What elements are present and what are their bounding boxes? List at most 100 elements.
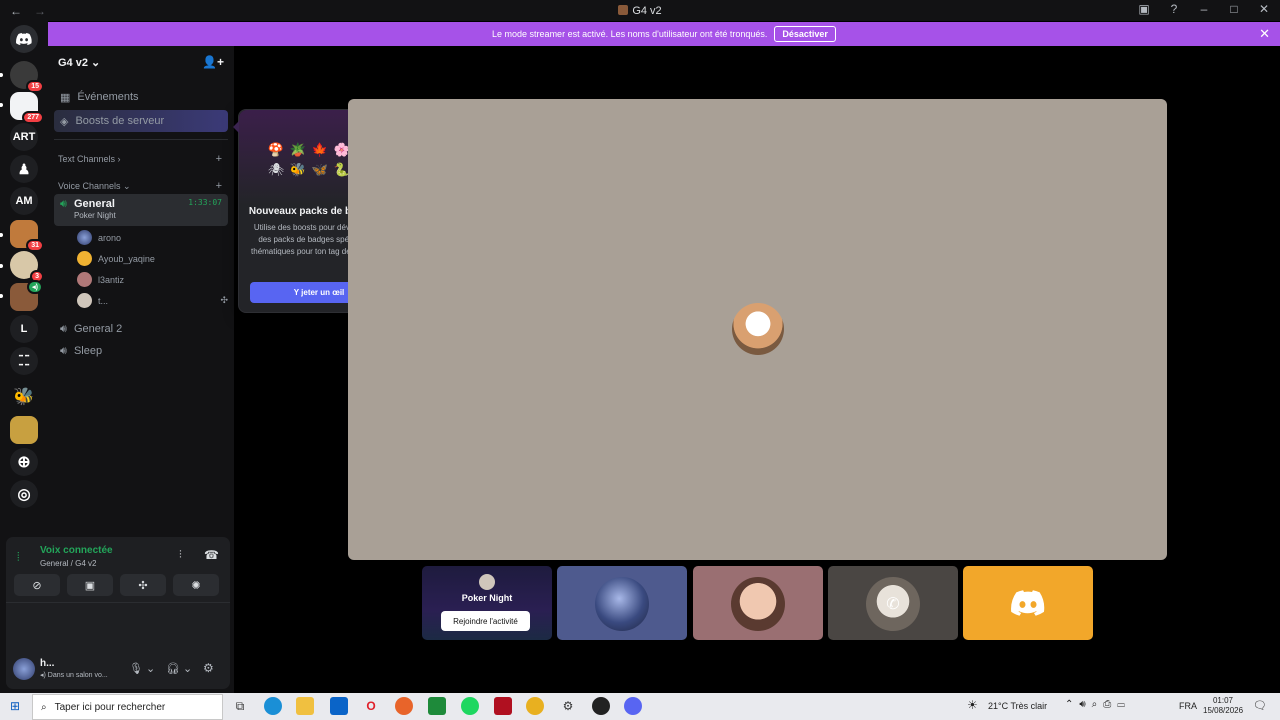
soundboard-button[interactable]: ✺ [173, 574, 219, 596]
close-button[interactable]: ✕ [1256, 2, 1272, 16]
voice-location[interactable]: General / G4 v2 [40, 559, 96, 568]
voice-user[interactable]: l3antiz [77, 272, 124, 287]
minimize-button[interactable]: – [1196, 2, 1212, 16]
server-icon [618, 4, 629, 15]
user-avatar[interactable] [13, 658, 35, 680]
activity-icon: ✣ [220, 295, 228, 305]
chevron-down-icon: ⌄ [91, 56, 101, 69]
microphone-icon[interactable]: 🎙︎ ⌄ [129, 662, 155, 675]
server-header[interactable]: G4 v2 ⌄ 👤+ [48, 46, 234, 78]
participant-tile[interactable]: ✆ [828, 566, 958, 640]
screen-share-button[interactable]: ▣ [67, 574, 113, 596]
discord-home-icon[interactable] [10, 25, 38, 53]
windows-start-icon[interactable]: ⊞ [10, 699, 20, 713]
task-view-icon[interactable]: ⧉ [231, 697, 249, 715]
discord-logo-icon [1011, 590, 1045, 616]
server-icon-art[interactable]: ART [10, 123, 38, 151]
server-icon-2[interactable]: 277 [10, 92, 44, 124]
close-banner-icon[interactable]: ✕ [1259, 26, 1270, 42]
avatar [77, 272, 92, 287]
voice-channels-category[interactable]: Voice Channels ⌄ + [54, 180, 228, 192]
server-icon-figure[interactable]: ♟ [10, 155, 38, 183]
server-icon-bee[interactable]: 🐝 [10, 383, 38, 411]
participant-avatar [731, 577, 785, 631]
maximize-button[interactable]: □ [1226, 2, 1242, 16]
channel-name: General 2 [73, 323, 123, 335]
spotify-icon[interactable] [461, 697, 479, 715]
events-label: Événements [77, 91, 139, 103]
app-icon-red[interactable] [494, 697, 512, 715]
voice-channel-general[interactable]: 🔊︎ General Poker Night 1:33:07 [54, 194, 228, 226]
discord-taskbar-icon[interactable] [624, 697, 642, 715]
voice-user[interactable]: Ayoub_yaqine [77, 251, 155, 266]
chrome-icon[interactable] [526, 697, 544, 715]
weather-text[interactable]: 21°C Très clair [988, 701, 1047, 711]
clock-date: 15/08/2026 [1203, 706, 1244, 715]
help-icon[interactable]: ? [1166, 2, 1182, 16]
inbox-icon[interactable]: ▣ [1136, 2, 1152, 16]
participant-tile[interactable] [963, 566, 1093, 640]
language-indicator[interactable]: FRA [1179, 701, 1197, 711]
participant-avatar: ✆ [866, 577, 920, 631]
clock[interactable]: 01:07 15/08/2026 [1203, 696, 1243, 716]
settings-gear-icon[interactable]: ⚙ [203, 661, 214, 675]
camera-off-button[interactable]: ⊘ [14, 574, 60, 596]
edge-icon[interactable] [264, 697, 282, 715]
add-server-icon[interactable]: ⊕ [10, 448, 38, 476]
voice-channel-general-2[interactable]: 🔊︎ General 2 [54, 320, 228, 338]
server-icon-5[interactable]: ◂) [10, 280, 43, 311]
taskbar-search[interactable]: ⌕ Taper ici pour rechercher [32, 694, 223, 720]
unread-pill [0, 103, 3, 107]
notifications-icon[interactable]: 🗨︎ [1253, 699, 1267, 712]
calendar-icon: ▦ [60, 91, 71, 104]
divider [54, 139, 228, 140]
mention-badge: 31 [26, 239, 44, 252]
unread-pill [0, 233, 3, 237]
opera-icon[interactable]: O [362, 697, 380, 715]
participant-tile[interactable] [693, 566, 823, 640]
text-channels-category[interactable]: Text Channels › + [54, 153, 228, 165]
server-icon-6[interactable] [10, 416, 38, 444]
voice-stage-main-tile[interactable] [348, 99, 1167, 560]
disable-streamer-button[interactable]: Désactiver [774, 26, 836, 42]
disconnect-icon[interactable]: ☎ [204, 548, 219, 562]
invite-icon[interactable]: 👤+ [202, 55, 224, 69]
category-label: Voice Channels [58, 180, 121, 191]
system-tray-icons[interactable]: ⌃🔊︎⌕⎙▭ [1065, 699, 1131, 710]
add-channel-icon[interactable]: + [216, 180, 222, 192]
file-explorer-icon[interactable] [296, 697, 314, 715]
voice-status[interactable]: Voix connectée [40, 545, 113, 556]
mention-badge: 277 [22, 111, 44, 124]
server-icon-3[interactable]: 31 [10, 220, 44, 252]
discover-icon[interactable]: ◎ [10, 480, 38, 508]
activities-button[interactable]: ✣ [120, 574, 166, 596]
activity-tile[interactable]: Poker Night Rejoindre l'activité [422, 566, 552, 640]
participant-tile[interactable] [557, 566, 687, 640]
voice-user[interactable]: t... ✣ [77, 293, 228, 308]
voice-user[interactable]: arono [77, 230, 121, 245]
server-icon-l[interactable]: L [10, 315, 38, 343]
xbox-icon[interactable] [428, 697, 446, 715]
settings-icon[interactable]: ⚙ [559, 697, 577, 715]
firefox-icon[interactable] [395, 697, 413, 715]
events-item[interactable]: ▦ Événements [54, 88, 228, 106]
join-activity-button[interactable]: Rejoindre l'activité [441, 611, 530, 631]
back-arrow-icon[interactable]: ← [10, 4, 22, 18]
category-label: Text Channels [58, 154, 116, 164]
activities-icon: ✣ [138, 579, 148, 592]
server-icon-am[interactable]: AM [10, 187, 38, 215]
server-icon-4[interactable]: 3 [10, 251, 44, 283]
voice-channel-sleep[interactable]: 🔊︎ Sleep [54, 342, 228, 360]
banner-message: Le mode streamer est activé. Les noms d'… [492, 29, 768, 39]
server-boosts-item[interactable]: ◈ Boosts de serveur [54, 110, 228, 132]
headphones-icon[interactable]: 🎧︎ ⌄ [166, 662, 192, 675]
add-channel-icon[interactable]: + [216, 153, 222, 165]
screen-share-icon: ▣ [84, 579, 96, 592]
badge-icon: 🦋 [311, 162, 329, 177]
app-icon-dark[interactable] [592, 697, 610, 715]
forward-arrow-icon[interactable]: → [34, 4, 46, 18]
server-folder-icon[interactable]: ╍ ╍ ╍ ╍ [10, 347, 38, 375]
server-icon-1[interactable]: 15 [10, 61, 44, 93]
noise-suppression-icon[interactable]: ⫶ [179, 549, 182, 562]
outlook-icon[interactable] [330, 697, 348, 715]
